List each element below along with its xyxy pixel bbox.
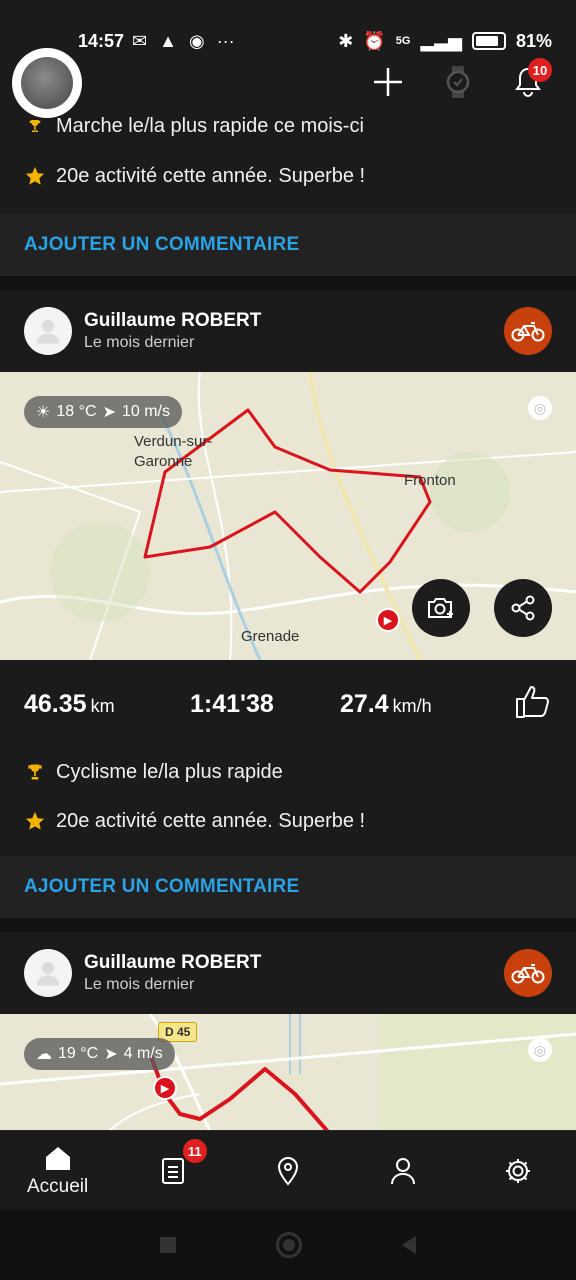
route-map[interactable]: D 45 ☁ 19 °C ➤ 4 m/s ▶ ◎ <box>0 1014 576 1130</box>
home-system-icon[interactable] <box>276 1232 302 1258</box>
sun-icon: ☀ <box>36 404 51 421</box>
weather-chip: ☀ 18 °C ➤ 10 m/s <box>24 396 182 428</box>
top-bar: 10 <box>0 48 576 120</box>
location-pin-icon <box>277 1156 298 1185</box>
camera-plus-icon <box>428 598 453 618</box>
add-comment-link[interactable]: AJOUTER UN COMMENTAIRE <box>24 234 299 256</box>
thumbs-up-icon <box>516 685 549 718</box>
achievement-line: 20e activité cette année. Superbe ! <box>0 796 576 846</box>
nav-profile[interactable] <box>353 1131 453 1210</box>
recents-icon[interactable] <box>160 1237 176 1253</box>
star-icon <box>24 810 46 832</box>
bike-icon <box>511 964 545 984</box>
map-label-town: Fronton <box>404 472 456 489</box>
user-avatar[interactable] <box>24 949 72 997</box>
duration-stat: 1:41'38 <box>190 689 274 718</box>
plus-icon <box>374 68 402 96</box>
route-map[interactable]: ☀ 18 °C ➤ 10 m/s Verdun-sur-Garonne Fron… <box>0 372 576 660</box>
speed-stat: 27.4 km/h <box>340 689 432 718</box>
nav-settings[interactable] <box>468 1131 568 1210</box>
user-name[interactable]: Guillaume ROBERT <box>84 952 261 974</box>
nav-diary[interactable]: 11 <box>123 1131 223 1210</box>
gear-icon <box>506 1158 531 1183</box>
route-start-marker: ▶ <box>376 608 400 632</box>
map-legend-icon[interactable]: ◎ <box>528 396 552 420</box>
map-legend-icon[interactable]: ◎ <box>528 1038 552 1062</box>
watch-button[interactable] <box>438 62 478 102</box>
share-icon <box>511 595 535 621</box>
achievement-line: 20e activité cette année. Superbe ! <box>0 138 576 214</box>
diary-badge: 11 <box>182 1139 207 1163</box>
notification-badge: 10 <box>528 58 552 82</box>
map-label-town: Verdun-sur-Garonne <box>134 433 213 470</box>
activity-header[interactable]: Guillaume ROBERT Le mois dernier <box>0 932 576 1014</box>
back-icon[interactable] <box>402 1236 416 1254</box>
distance-stat: 46.35 km <box>24 689 115 718</box>
map-background <box>0 1014 576 1130</box>
wind-icon: ➤ <box>102 404 116 421</box>
add-comment-link[interactable]: AJOUTER UN COMMENTAIRE <box>24 876 299 898</box>
home-icon <box>45 1146 70 1170</box>
activity-date: Le mois dernier <box>84 976 195 993</box>
nav-map[interactable] <box>238 1131 338 1210</box>
weather-chip: ☁ 19 °C ➤ 4 m/s <box>24 1038 175 1070</box>
star-icon <box>24 165 46 187</box>
bottom-nav: Accueil 11 <box>0 1130 576 1210</box>
activity-stats: 46.35 km 1:41'38 27.4 km/h <box>0 660 576 748</box>
user-avatar[interactable] <box>24 307 72 355</box>
notifications-button[interactable]: 10 <box>508 58 552 102</box>
user-name[interactable]: Guillaume ROBERT <box>84 310 261 332</box>
diary-icon <box>161 1157 184 1184</box>
trophy-icon <box>24 761 46 783</box>
cloud-icon: ☁ <box>36 1046 52 1063</box>
add-button[interactable] <box>368 62 408 102</box>
watch-icon <box>446 66 470 98</box>
sport-badge <box>504 949 552 997</box>
share-button[interactable] <box>494 579 552 637</box>
activity-date: Le mois dernier <box>84 334 195 351</box>
achievement-line: Cyclisme le/la plus rapide <box>0 748 576 796</box>
route-start-marker: ▶ <box>153 1076 177 1100</box>
sport-badge <box>504 307 552 355</box>
like-button[interactable] <box>514 684 552 725</box>
wind-icon: ➤ <box>104 1046 118 1063</box>
map-label-town: Grenade <box>241 628 300 645</box>
person-icon <box>391 1157 416 1184</box>
system-nav <box>0 1210 576 1280</box>
activity-header[interactable]: Guillaume ROBERT Le mois dernier <box>0 290 576 372</box>
add-photo-button[interactable] <box>412 579 470 637</box>
bike-icon <box>511 322 545 342</box>
profile-avatar[interactable] <box>12 48 82 118</box>
activity-feed[interactable]: Marche le/la plus rapide ce mois-ci 20e … <box>0 0 576 1130</box>
nav-home[interactable]: Accueil <box>8 1131 108 1210</box>
